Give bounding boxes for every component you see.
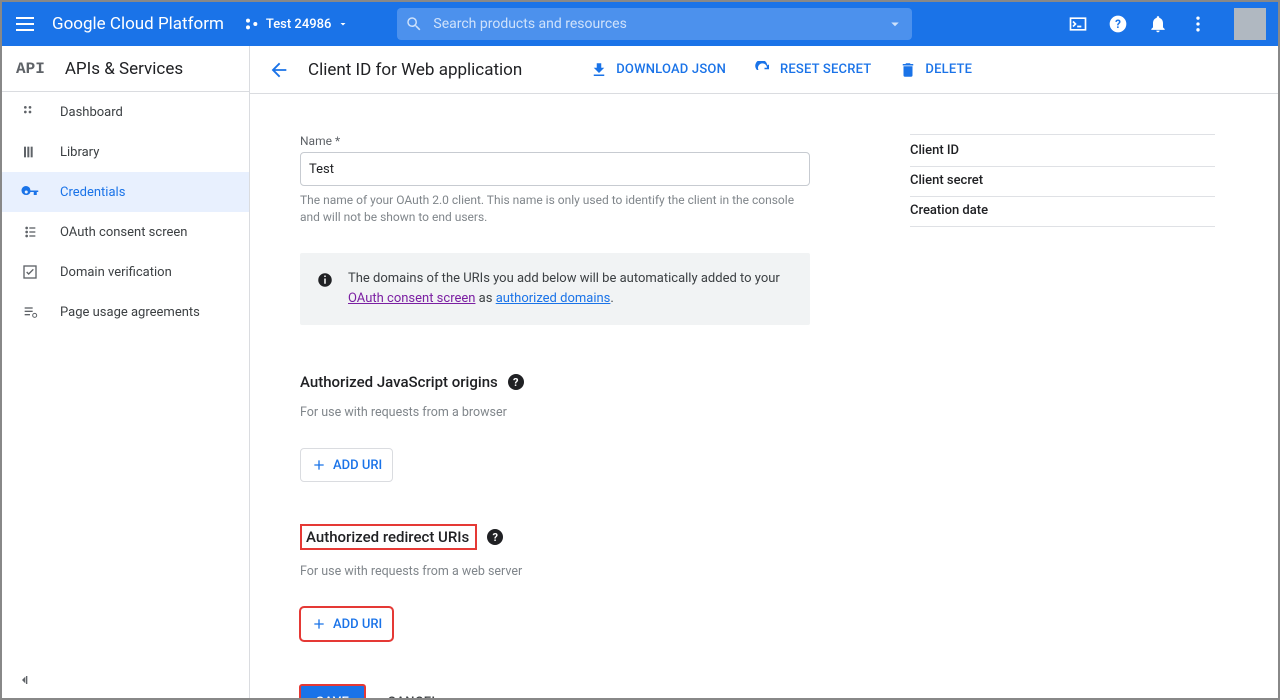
help-icon[interactable]: ? [508,374,524,390]
search-icon [405,15,423,33]
chevron-left-icon [16,672,32,688]
redirect-uris-title: Authorized redirect URIs ? [300,524,810,550]
sidebar: API APIs & Services Dashboard Library Cr… [2,46,250,698]
api-logo: API [16,60,45,78]
consent-icon [20,224,40,240]
key-icon [20,183,40,201]
js-origins-title: Authorized JavaScript origins ? [300,373,810,391]
sidebar-item-label: Dashboard [60,105,123,120]
form-actions: SAVE CANCEL [300,685,810,698]
info-icon [316,271,334,289]
plus-icon [311,457,327,473]
add-uri-button-js[interactable]: ADD URI [300,448,393,482]
library-icon [20,144,40,160]
redirect-sub: For use with requests from a web server [300,564,810,579]
content: Name * The name of your OAuth 2.0 client… [250,94,1278,698]
name-input[interactable] [300,152,810,186]
sidebar-item-library[interactable]: Library [2,132,249,172]
notifications-icon[interactable] [1148,14,1168,34]
form-column: Name * The name of your OAuth 2.0 client… [300,134,810,678]
cancel-button[interactable]: CANCEL [387,695,439,698]
info-banner: The domains of the URIs you add below wi… [300,253,810,325]
help-icon[interactable]: ? [1108,14,1128,34]
sidebar-item-agreements[interactable]: Page usage agreements [2,292,249,332]
dashboard-icon [20,104,40,120]
main: Client ID for Web application DOWNLOAD J… [250,46,1278,698]
save-button[interactable]: SAVE [300,685,365,698]
sidebar-item-consent[interactable]: OAuth consent screen [2,212,249,252]
check-icon [20,264,40,280]
sidebar-item-credentials[interactable]: Credentials [2,172,249,212]
trash-icon [899,61,917,79]
chevron-down-icon[interactable] [886,15,904,33]
name-helper: The name of your OAuth 2.0 client. This … [300,192,810,227]
project-name: Test 24986 [266,17,331,32]
agreement-icon [20,304,40,320]
sidebar-item-label: Domain verification [60,265,172,280]
search-box[interactable]: Search products and resources [397,8,912,40]
detail-row: Client ID [910,134,1215,167]
download-icon [590,61,608,79]
sidebar-item-label: Library [60,145,99,160]
details-column: Client ID Client secret Creation date [910,134,1215,678]
plus-icon [311,616,327,632]
add-uri-button-redirect[interactable]: ADD URI [300,607,393,641]
sidebar-item-label: OAuth consent screen [60,225,187,240]
sidebar-item-label: Credentials [60,185,125,200]
sidebar-title: APIs & Services [65,59,183,79]
chevron-down-icon [337,18,349,30]
js-origins-sub: For use with requests from a browser [300,405,810,420]
menu-icon[interactable] [16,12,40,36]
help-icon[interactable]: ? [487,529,503,545]
detail-row: Client secret [910,167,1215,197]
page-title: Client ID for Web application [308,60,522,80]
more-icon[interactable] [1188,14,1208,34]
sidebar-header: API APIs & Services [2,46,249,92]
sidebar-item-domain[interactable]: Domain verification [2,252,249,292]
page-header: Client ID for Web application DOWNLOAD J… [250,46,1278,94]
svg-text:?: ? [1115,17,1121,31]
back-button[interactable] [268,59,290,81]
topbar-right: ? [1068,8,1272,40]
sidebar-item-dashboard[interactable]: Dashboard [2,92,249,132]
reset-secret-button[interactable]: RESET SECRET [754,61,871,79]
cloud-shell-icon[interactable] [1068,14,1088,34]
project-icon [244,16,260,32]
sidebar-collapse[interactable] [2,662,249,698]
name-label: Name * [300,134,810,148]
platform-title: Google Cloud Platform [52,14,224,34]
search-placeholder: Search products and resources [433,16,626,32]
arrow-left-icon [268,59,290,81]
topbar: Google Cloud Platform Test 24986 Search … [2,2,1278,46]
oauth-consent-link[interactable]: OAuth consent screen [348,291,475,306]
download-json-button[interactable]: DOWNLOAD JSON [590,61,726,79]
avatar[interactable] [1234,8,1266,40]
project-selector[interactable]: Test 24986 [244,16,349,32]
header-actions: DOWNLOAD JSON RESET SECRET DELETE [590,61,972,79]
refresh-icon [754,61,772,79]
authorized-domains-link[interactable]: authorized domains [496,291,611,306]
sidebar-item-label: Page usage agreements [60,305,200,320]
detail-row: Creation date [910,197,1215,227]
delete-button[interactable]: DELETE [899,61,972,79]
redirect-title-highlight: Authorized redirect URIs [300,524,477,550]
